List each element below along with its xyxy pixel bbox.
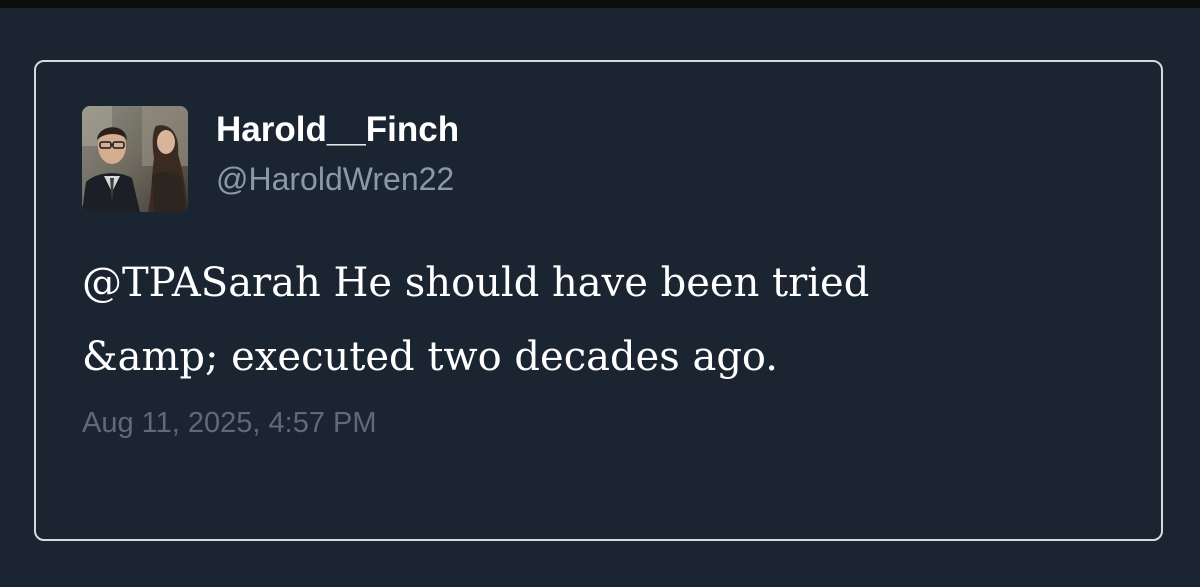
tweet-card: Harold__Finch @HaroldWren22 @TPASarah He… (34, 60, 1163, 541)
profile-photo-icon (82, 106, 188, 212)
user-handle[interactable]: @HaroldWren22 (216, 160, 454, 198)
tweet-text-line-2: &amp; executed two decades ago. (82, 334, 779, 380)
avatar[interactable] (82, 106, 188, 212)
tweet-timestamp[interactable]: Aug 11, 2025, 4:57 PM (82, 406, 377, 440)
display-name[interactable]: Harold__Finch (216, 110, 459, 150)
tweet-text: @TPASarah He should have been tried &amp… (82, 246, 1082, 394)
top-black-strip (0, 0, 1200, 8)
tweet-text-line-1: @TPASarah He should have been tried (82, 260, 870, 306)
